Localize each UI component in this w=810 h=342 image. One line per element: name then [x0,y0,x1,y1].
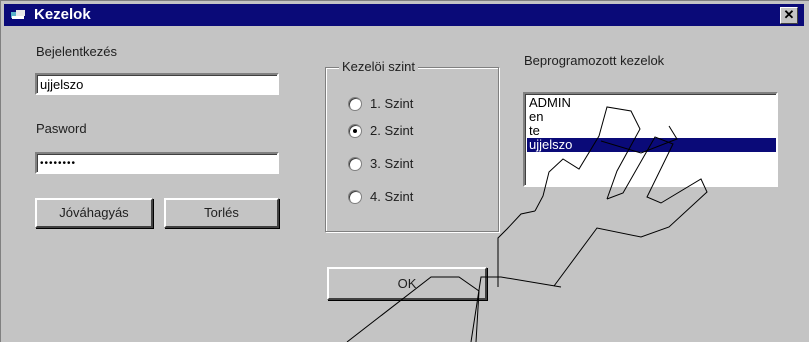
watermark-outline [346,106,708,342]
operators-dialog: Kezelok ✕ Bejelentkezés Pasword Jóváhagy… [0,0,809,342]
